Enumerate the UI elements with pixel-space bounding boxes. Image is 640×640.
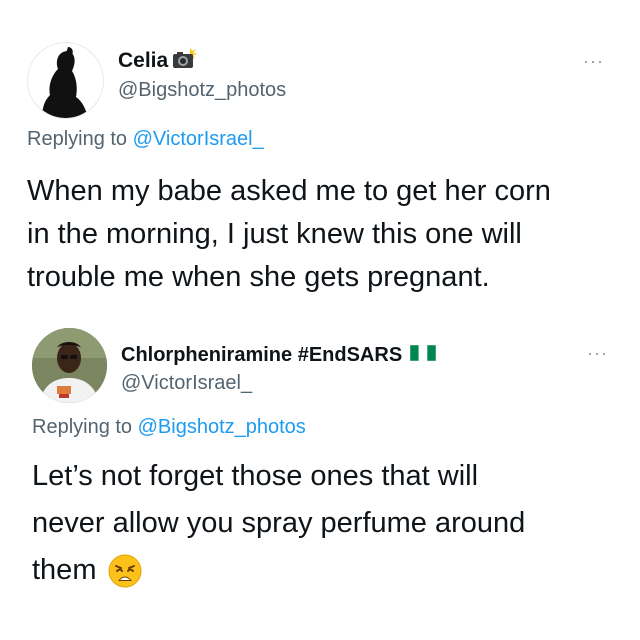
tweet-chlorpheniramine: Chlorpheniramine #EndSARS @VictorIsrael_… bbox=[0, 310, 640, 640]
replying-prefix: Replying to bbox=[27, 128, 128, 150]
camera-flash-icon bbox=[172, 47, 199, 75]
tweet-text-line: them bbox=[32, 554, 97, 586]
tweet-text-line: When my babe asked me to get her corn bbox=[27, 175, 551, 207]
display-name[interactable]: Celia bbox=[118, 47, 199, 75]
person-photo-icon bbox=[32, 328, 107, 403]
more-options-icon[interactable]: ··· bbox=[583, 52, 604, 70]
tweet-text-line: never allow you spray perfume around bbox=[32, 507, 526, 539]
tweet-text: When my babe asked me to get her corn in… bbox=[27, 170, 551, 299]
avatar[interactable] bbox=[27, 42, 104, 119]
replying-prefix: Replying to bbox=[32, 416, 133, 438]
display-name-text: Celia bbox=[118, 49, 169, 72]
avatar[interactable] bbox=[32, 328, 107, 403]
nigeria-flag-icon bbox=[409, 344, 437, 367]
tweet-text-line-with-emoji: them bbox=[32, 547, 525, 594]
tweet-text-line: in the morning, I just knew this one wil… bbox=[27, 218, 522, 250]
replying-to: Replying to @Bigshotz_photos bbox=[32, 416, 306, 439]
handle[interactable]: @Bigshotz_photos bbox=[118, 79, 286, 102]
more-options-icon[interactable]: ··· bbox=[587, 344, 608, 362]
tweet-text-line: Let’s not forget those ones that will bbox=[32, 460, 479, 492]
replying-to-link[interactable]: @Bigshotz_photos bbox=[138, 416, 306, 438]
replying-to-link[interactable]: @VictorIsrael_ bbox=[133, 128, 264, 150]
tweet-text-line: trouble me when she gets pregnant. bbox=[27, 261, 490, 293]
weary-face-emoji bbox=[108, 554, 142, 588]
display-name-text: Chlorpheniramine #EndSARS bbox=[121, 343, 403, 366]
silhouette-icon bbox=[28, 43, 103, 118]
tweet-celia: Celia @Bigshotz_photos ··· Replying to @… bbox=[0, 0, 640, 310]
display-name[interactable]: Chlorpheniramine #EndSARS bbox=[121, 342, 437, 368]
replying-to: Replying to @VictorIsrael_ bbox=[27, 128, 264, 151]
handle[interactable]: @VictorIsrael_ bbox=[121, 372, 252, 395]
tweet-text: Let’s not forget those ones that will ne… bbox=[32, 453, 525, 594]
